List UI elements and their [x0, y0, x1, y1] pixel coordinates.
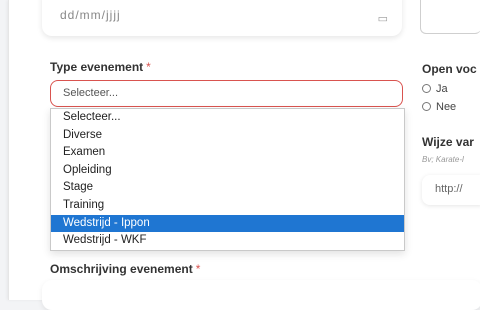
- dropdown-option[interactable]: Training: [51, 197, 404, 215]
- description-input[interactable]: [42, 280, 480, 310]
- radio-nee[interactable]: Nee: [422, 101, 456, 113]
- radio-circle-icon: [422, 84, 431, 93]
- dropdown-option[interactable]: Examen: [51, 144, 404, 162]
- url-input-value: http://: [435, 183, 463, 195]
- right-top-input[interactable]: [420, 0, 480, 34]
- wijze-label: Wijze var: [422, 135, 474, 149]
- dropdown-option[interactable]: Stage: [51, 179, 404, 197]
- open-label: Open voc: [422, 62, 477, 76]
- dropdown-option[interactable]: Diverse: [51, 127, 404, 145]
- calendar-icon[interactable]: ▭: [378, 12, 388, 25]
- dropdown-option[interactable]: Wedstrijd - WKF: [51, 232, 404, 250]
- type-event-label: Type evenement *: [50, 60, 151, 74]
- type-event-select-value: Selecteer...: [63, 87, 119, 99]
- wijze-hint: Bv; Karate-l: [422, 155, 464, 164]
- dropdown-option[interactable]: Selecteer...: [51, 109, 404, 127]
- url-input[interactable]: http://: [422, 175, 480, 205]
- date-input-value: dd/mm/jjjj: [60, 8, 121, 22]
- type-event-select[interactable]: Selecteer...: [50, 80, 403, 107]
- dropdown-option-highlighted[interactable]: Wedstrijd - Ippon: [51, 214, 404, 233]
- dropdown-option[interactable]: Opleiding: [51, 162, 404, 180]
- radio-circle-icon: [422, 102, 431, 111]
- description-label: Omschrijving evenement *: [50, 262, 201, 276]
- date-input[interactable]: dd/mm/jjjj ▭: [42, 0, 402, 36]
- radio-ja[interactable]: Ja: [422, 83, 448, 95]
- type-event-dropdown: Selecteer... Diverse Examen Opleiding St…: [50, 108, 405, 251]
